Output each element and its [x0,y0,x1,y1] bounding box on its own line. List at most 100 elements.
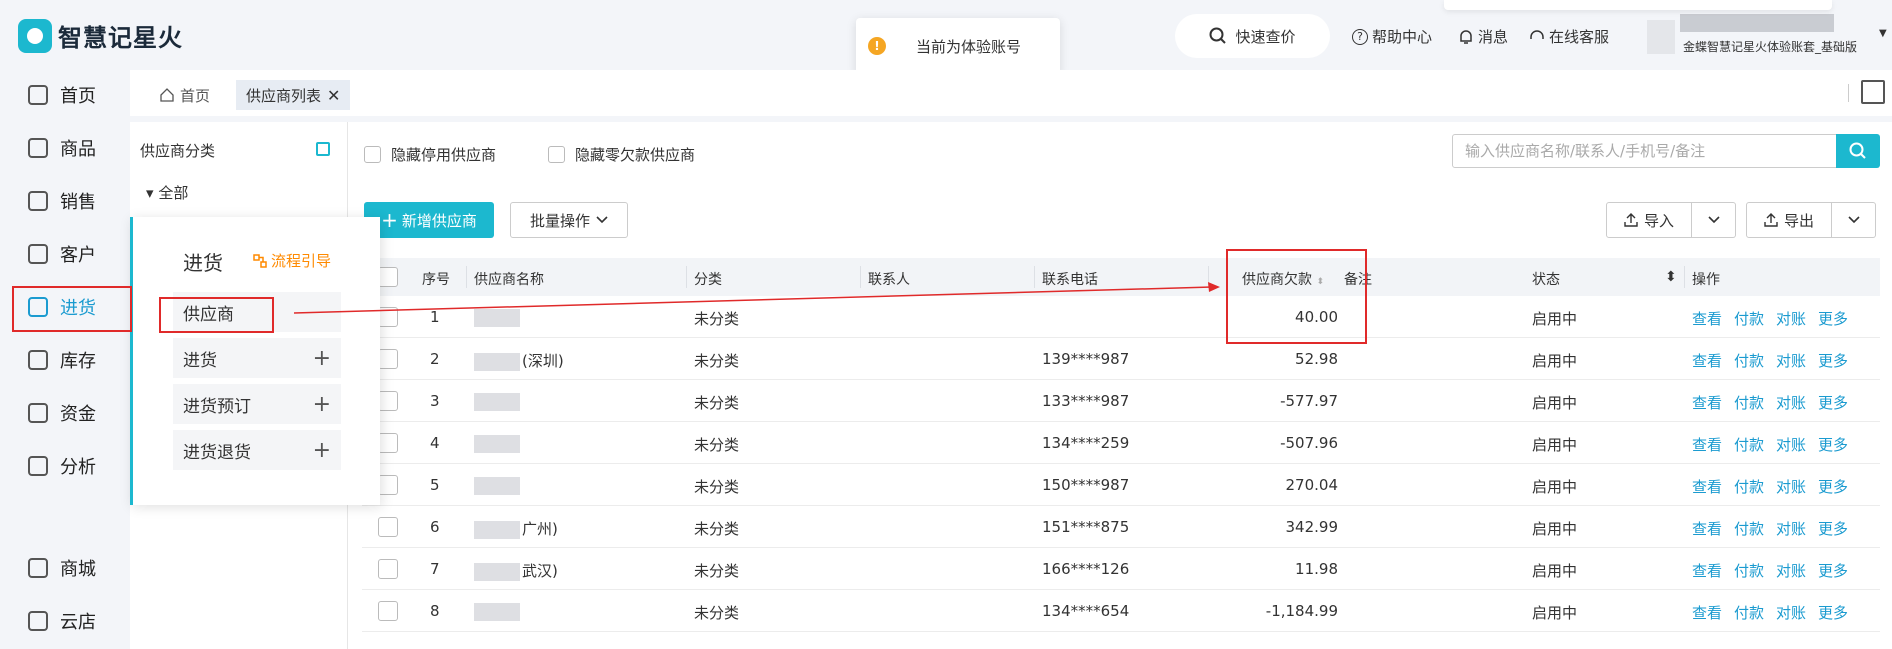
plus-icon[interactable]: + [313,438,331,463]
nav-item-analytics[interactable]: 分析 [12,443,130,489]
view-link[interactable]: 查看 [1692,394,1722,412]
nav-item-inventory[interactable]: 库存 [12,337,130,383]
online-service-link[interactable]: 在线客服 [1529,26,1609,47]
supplier-search-input[interactable]: 输入供应商名称/联系人/手机号/备注 [1452,134,1842,168]
cell-supplier-name[interactable]: (深圳) [474,350,564,371]
checkbox[interactable] [548,146,565,163]
cell-supplier-name[interactable]: 广州) [474,518,558,539]
cell-supplier-name[interactable] [474,602,522,621]
view-link[interactable]: 查看 [1692,352,1722,370]
row-checkbox[interactable] [378,517,398,537]
table-row[interactable]: 7 武汉) 未分类 166****126 11.98 启用中 查看 付款 对账 更多 [362,548,1880,590]
tab-supplier-list[interactable]: 供应商列表 ✕ [236,80,351,110]
row-checkbox[interactable] [378,433,398,453]
row-checkbox[interactable] [378,349,398,369]
help-center-link[interactable]: ? 帮助中心 [1352,26,1432,47]
messages-link[interactable]: 消息 [1458,26,1508,47]
cell-supplier-name[interactable] [474,476,522,495]
view-link[interactable]: 查看 [1692,436,1722,454]
view-link[interactable]: 查看 [1692,562,1722,580]
row-checkbox[interactable] [378,601,398,621]
export-dropdown[interactable] [1832,202,1876,238]
table-row[interactable]: 4 未分类 134****259 -507.96 启用中 查看 付款 对账 更多 [362,422,1880,464]
table-row[interactable]: 3 未分类 133****987 -577.97 启用中 查看 付款 对账 更多 [362,380,1880,422]
row-checkbox[interactable] [378,475,398,495]
edit-icon[interactable] [316,142,330,156]
view-link[interactable]: 查看 [1692,310,1722,328]
import-dropdown[interactable] [1692,202,1736,238]
more-link[interactable]: 更多 [1818,604,1848,622]
pay-link[interactable]: 付款 [1734,436,1764,454]
nav-item-products[interactable]: 商品 [12,125,130,171]
batch-operation-button[interactable]: 批量操作 [510,202,628,238]
reconcile-link[interactable]: 对账 [1776,310,1806,328]
table-row[interactable]: 2 (深圳) 未分类 139****987 52.98 启用中 查看 付款 对账 更多 [362,338,1880,380]
plus-icon[interactable]: + [313,346,331,371]
pay-link[interactable]: 付款 [1734,562,1764,580]
flyout-item-purchase-order[interactable]: 进货预订 + [173,384,341,424]
plus-icon[interactable]: + [313,392,331,417]
row-checkbox[interactable] [378,391,398,411]
pay-link[interactable]: 付款 [1734,520,1764,538]
checkbox[interactable] [364,146,381,163]
reconcile-link[interactable]: 对账 [1776,520,1806,538]
more-link[interactable]: 更多 [1818,520,1848,538]
hide-disabled-filter[interactable]: 隐藏停用供应商 [364,144,496,165]
account-name[interactable]: 金蝶智慧记星火体验账套_基础版 [1683,38,1857,55]
view-link[interactable]: 查看 [1692,478,1722,496]
pay-link[interactable]: 付款 [1734,604,1764,622]
table-row[interactable]: 1 未分类 40.00 启用中 查看 付款 对账 更多 [362,296,1880,338]
more-link[interactable]: 更多 [1818,436,1848,454]
category-all[interactable]: ▾ 全部 [146,182,188,203]
row-checkbox[interactable] [378,307,398,327]
reconcile-link[interactable]: 对账 [1776,436,1806,454]
tab-home[interactable]: 首页 [150,80,220,110]
cell-supplier-name[interactable] [474,392,522,411]
table-row[interactable]: 5 未分类 150****987 270.04 启用中 查看 付款 对账 更多 [362,464,1880,506]
avatar[interactable] [1647,20,1675,54]
more-link[interactable]: 更多 [1818,352,1848,370]
nav-item-cloud-store[interactable]: 云店 [12,598,130,644]
fullscreen-icon[interactable] [1861,80,1885,104]
pay-link[interactable]: 付款 [1734,478,1764,496]
reconcile-link[interactable]: 对账 [1776,562,1806,580]
cell-supplier-name[interactable] [474,308,522,327]
more-link[interactable]: 更多 [1818,310,1848,328]
hide-zero-debt-filter[interactable]: 隐藏零欠款供应商 [548,144,695,165]
view-link[interactable]: 查看 [1692,520,1722,538]
flyout-item-purchase[interactable]: 进货 + [173,338,341,378]
view-link[interactable]: 查看 [1692,604,1722,622]
cell-supplier-name[interactable]: 武汉) [474,560,558,581]
caret-down-icon[interactable]: ▼ [1879,28,1887,39]
flyout-item-purchase-return[interactable]: 进货退货 + [173,430,341,470]
reconcile-link[interactable]: 对账 [1776,394,1806,412]
nav-item-funds[interactable]: 资金 [12,390,130,436]
more-link[interactable]: 更多 [1818,478,1848,496]
quick-price-button[interactable]: 快速查价 [1175,14,1330,58]
more-link[interactable]: 更多 [1818,394,1848,412]
nav-item-customers[interactable]: 客户 [12,231,130,277]
more-link[interactable]: 更多 [1818,562,1848,580]
pay-link[interactable]: 付款 [1734,310,1764,328]
table-row[interactable]: 8 未分类 134****654 -1,184.99 启用中 查看 付款 对账 更多 [362,590,1880,632]
process-guide-link[interactable]: 流程引导 [253,250,331,271]
add-supplier-button[interactable]: + 新增供应商 [364,202,494,238]
nav-item-sales[interactable]: 销售 [12,178,130,224]
reconcile-link[interactable]: 对账 [1776,478,1806,496]
select-all-checkbox[interactable] [378,267,398,287]
pay-link[interactable]: 付款 [1734,352,1764,370]
pay-link[interactable]: 付款 [1734,394,1764,412]
export-button[interactable]: 导出 [1746,202,1832,238]
reconcile-link[interactable]: 对账 [1776,352,1806,370]
import-button[interactable]: 导入 [1606,202,1692,238]
row-checkbox[interactable] [378,559,398,579]
nav-item-home[interactable]: 首页 [12,72,130,118]
close-icon[interactable]: ✕ [327,86,340,105]
table-row[interactable]: 6 广州) 未分类 151****875 342.99 启用中 查看 付款 对账 更多 [362,506,1880,548]
reconcile-link[interactable]: 对账 [1776,604,1806,622]
app-logo[interactable]: 智慧记星火 [18,18,183,53]
nav-item-mall[interactable]: 商城 [12,545,130,591]
search-button[interactable] [1836,134,1880,168]
sort-icon[interactable]: ⬍ [1665,269,1677,285]
cell-supplier-name[interactable] [474,434,522,453]
